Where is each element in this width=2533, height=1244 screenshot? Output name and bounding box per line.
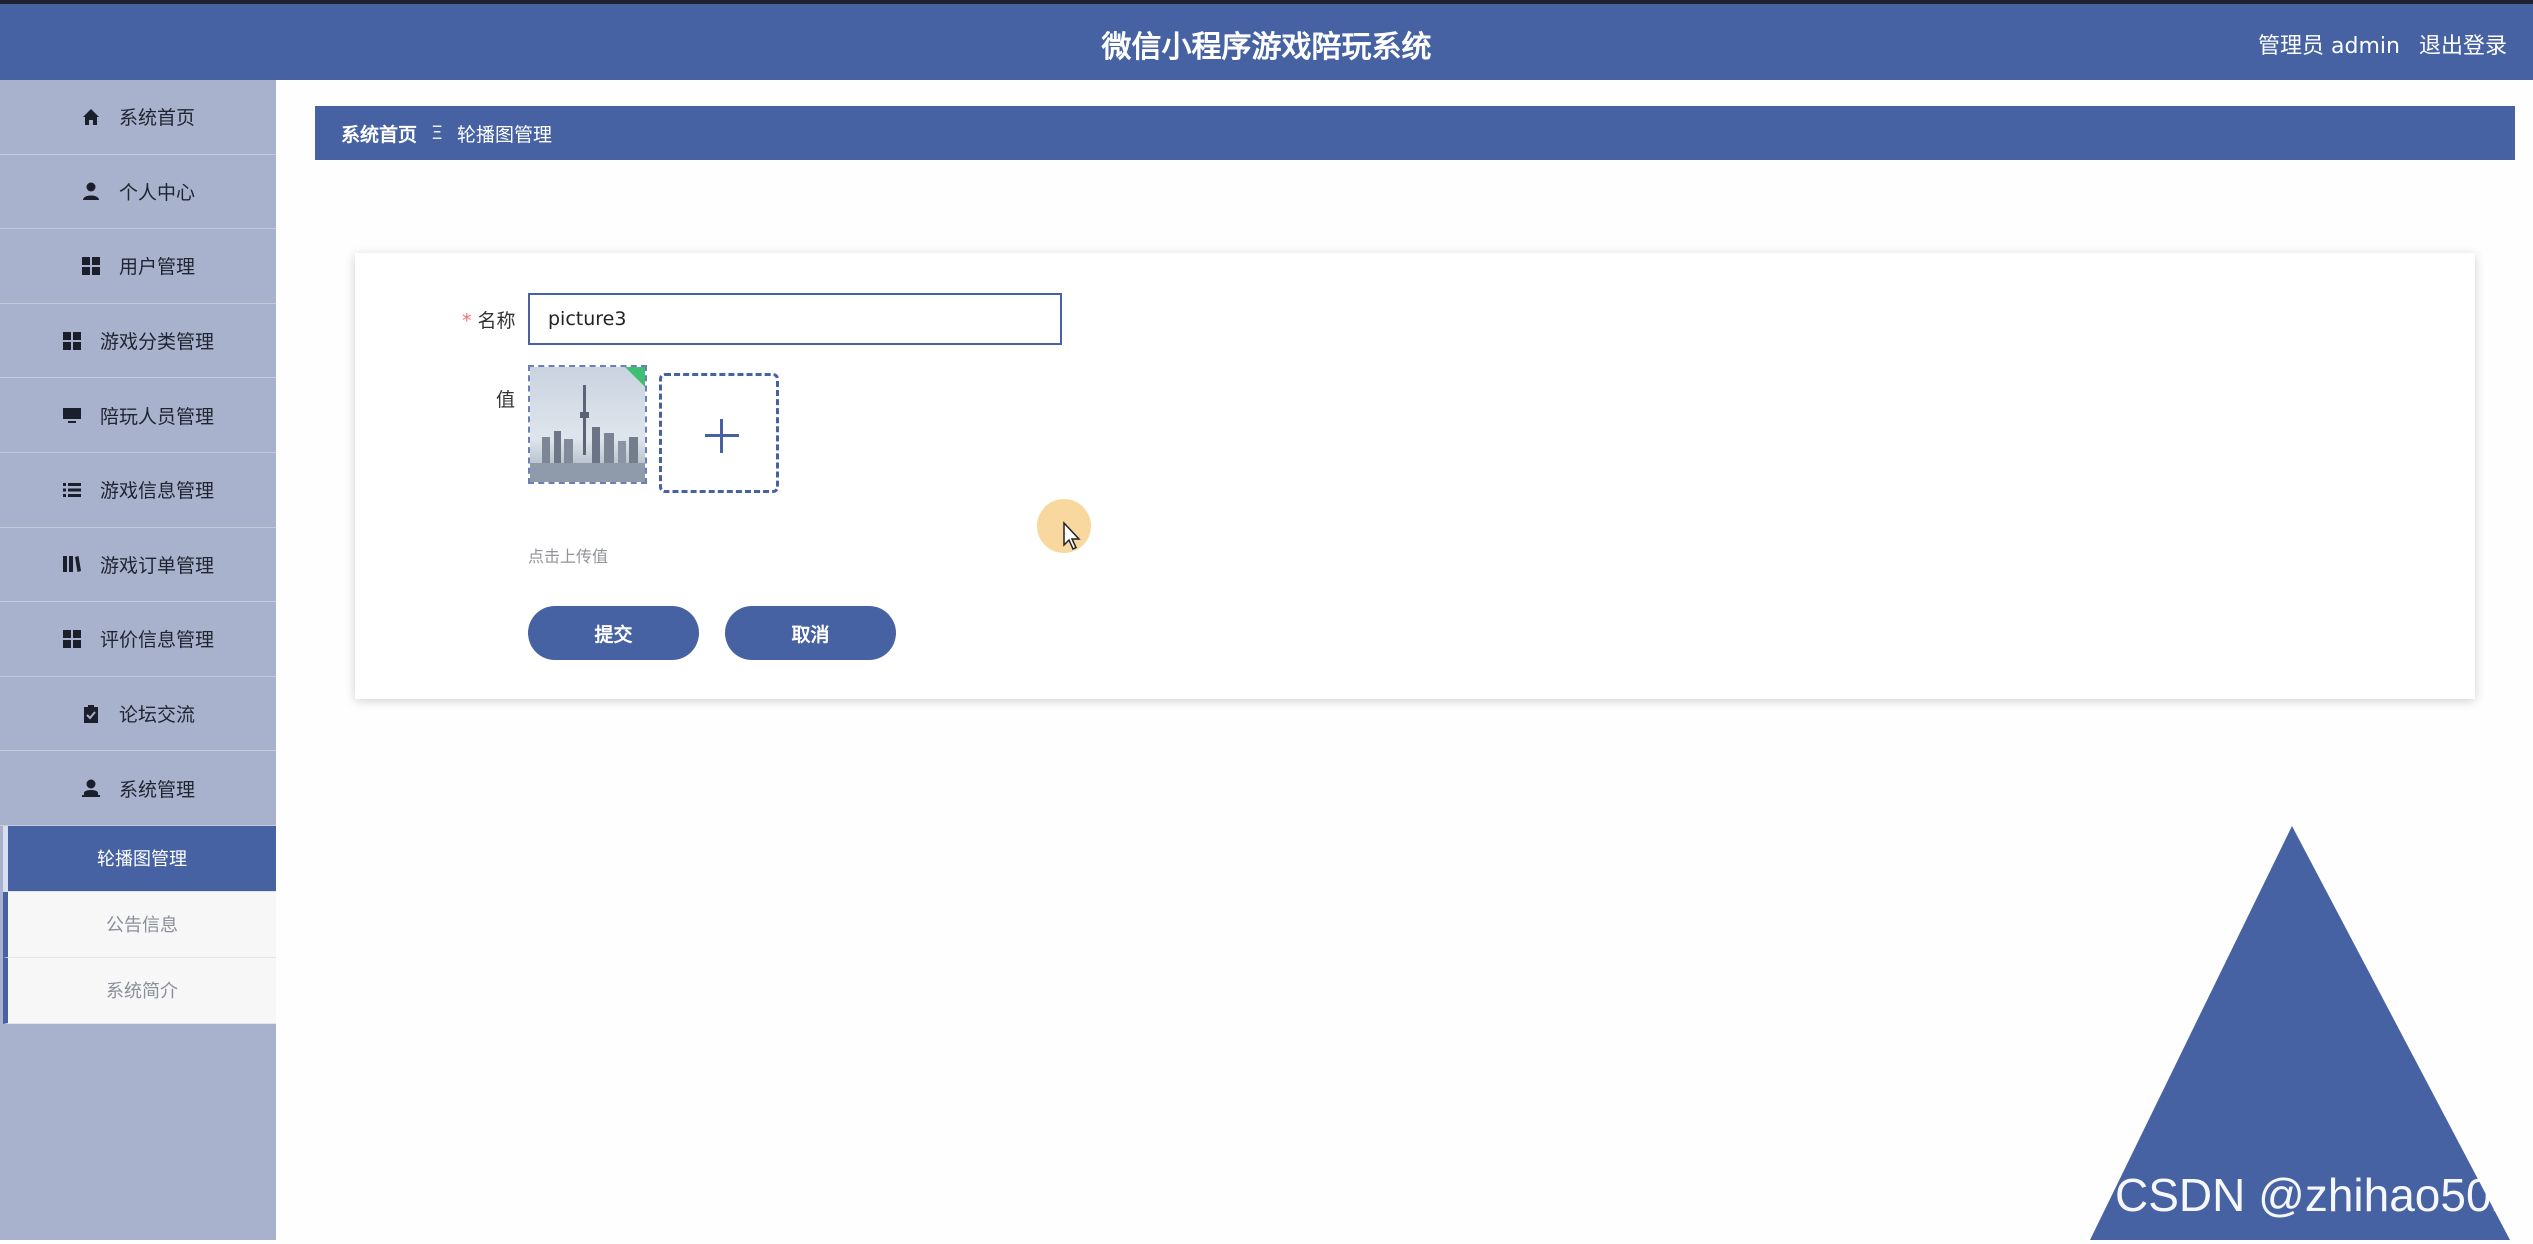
sidebar-item-label: 用户管理 (118, 256, 195, 279)
grid-icon (62, 331, 82, 351)
sidebar-item-reviews[interactable]: 评价信息管理 (0, 602, 276, 677)
uploaded-image-thumbnail[interactable] (528, 365, 647, 484)
user-area: 管理员 admin 退出登录 (2246, 28, 2507, 60)
value-label: 值 (496, 389, 516, 411)
books-icon (62, 554, 82, 574)
name-label: * 名称 (462, 310, 516, 332)
sidebar-subitem-notice[interactable]: 公告信息 (3, 891, 276, 958)
sidebar-item-profile[interactable]: 个人中心 (0, 155, 276, 230)
required-mark: * (462, 310, 472, 332)
grid-icon (81, 256, 101, 276)
sidebar-item-label: 游戏信息管理 (99, 480, 214, 503)
app-title: 微信小程序游戏陪玩系统 (1101, 30, 1432, 65)
logout-link[interactable]: 退出登录 (2419, 34, 2507, 59)
sidebar-item-game-info[interactable]: 游戏信息管理 (0, 453, 276, 528)
sidebar-item-label: 系统管理 (118, 778, 195, 801)
sidebar-item-users[interactable]: 用户管理 (0, 229, 276, 304)
user-role: 管理员 admin (2258, 34, 2400, 59)
sidebar-item-system[interactable]: 系统管理 (0, 751, 276, 826)
breadcrumb-home[interactable]: 系统首页 (341, 120, 417, 147)
home-icon (81, 107, 101, 127)
sidebar-item-label: 游戏订单管理 (99, 554, 214, 577)
sidebar-item-home[interactable]: 系统首页 (0, 80, 276, 155)
breadcrumb-separator-icon: Ξ (431, 122, 444, 144)
top-header: 微信小程序游戏陪玩系统 管理员 admin 退出登录 (0, 0, 2533, 80)
user-icon (81, 181, 101, 201)
sidebar-item-companions[interactable]: 陪玩人员管理 (0, 378, 276, 453)
sidebar: 系统首页 个人中心 用户管理 游戏分类管理 陪玩人员管理 游戏信息管理 游戏订单… (0, 80, 276, 1240)
cancel-button[interactable]: 取消 (725, 606, 896, 660)
sidebar-item-forum[interactable]: 论坛交流 (0, 677, 276, 752)
sidebar-item-label: 论坛交流 (118, 704, 195, 727)
user-admin-icon (81, 778, 101, 798)
clipboard-icon (81, 704, 101, 724)
upload-hint: 点击上传值 (528, 547, 609, 566)
sidebar-item-label: 系统首页 (118, 107, 195, 130)
form-card: *名称 值 (355, 253, 2475, 699)
mouse-cursor-icon (1063, 521, 1081, 551)
breadcrumb: 系统首页 Ξ 轮播图管理 (315, 106, 2515, 160)
sidebar-item-label: 陪玩人员管理 (99, 405, 214, 428)
sidebar-item-orders[interactable]: 游戏订单管理 (0, 528, 276, 603)
sidebar-item-label: 游戏分类管理 (99, 331, 214, 354)
upload-button[interactable] (659, 373, 779, 493)
sidebar-item-game-category[interactable]: 游戏分类管理 (0, 304, 276, 379)
name-input[interactable] (528, 293, 1062, 345)
sidebar-item-label: 评价信息管理 (99, 629, 214, 652)
sidebar-item-label: 个人中心 (118, 181, 195, 204)
watermark: CSDN @zhihao502 (2115, 1169, 2518, 1221)
list-icon (62, 480, 82, 500)
grid-icon (62, 629, 82, 649)
breadcrumb-current: 轮播图管理 (457, 123, 553, 146)
monitor-icon (62, 405, 82, 425)
submit-button[interactable]: 提交 (528, 606, 699, 660)
sidebar-subitem-carousel[interactable]: 轮播图管理 (3, 825, 276, 892)
sidebar-subitem-intro[interactable]: 系统简介 (3, 957, 276, 1024)
